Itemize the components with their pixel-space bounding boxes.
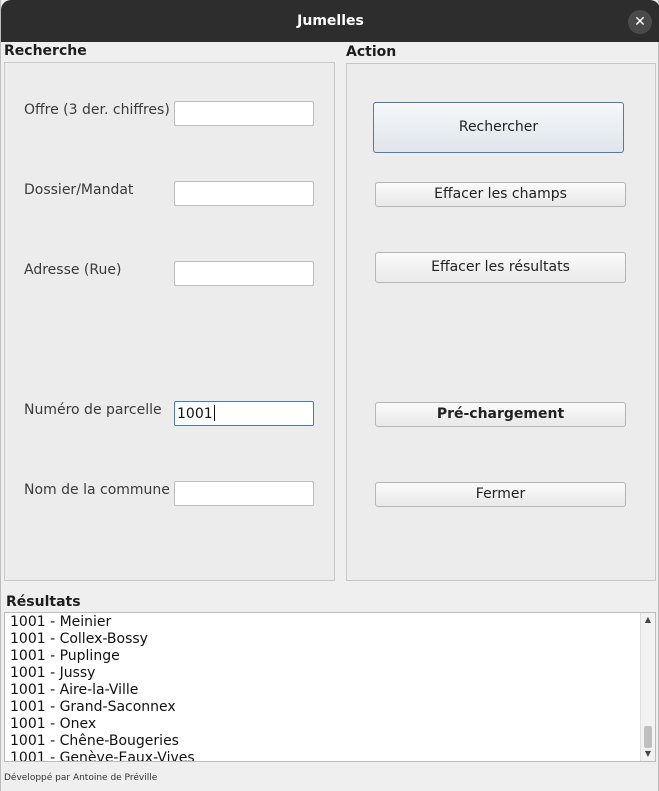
effacer-champs-button[interactable]: Effacer les champs [375,182,626,207]
fermer-button[interactable]: Fermer [375,482,626,507]
rechercher-button[interactable]: Rechercher [373,102,624,153]
list-item[interactable]: 1001 - Collex-Bossy [10,631,148,647]
adresse-label: Adresse (Rue) [24,262,122,278]
commune-label: Nom de la commune [24,482,170,498]
close-icon: ✕ [634,14,646,30]
offre-input[interactable] [174,101,314,126]
parcelle-input[interactable]: 1001 [174,401,314,426]
dossier-mandat-label: Dossier/Mandat [24,182,134,198]
action-section-title: Action [346,44,397,60]
list-item[interactable]: 1001 - Onex [10,716,96,732]
title-bar: Jumelles ✕ [1,0,659,42]
list-item[interactable]: 1001 - Meinier [10,614,111,630]
offre-label: Offre (3 der. chiffres) [24,102,170,118]
list-item[interactable]: 1001 - Grand-Saconnex [10,699,176,715]
list-item[interactable]: 1001 - Jussy [10,665,95,681]
list-item[interactable]: 1001 - Aire-la-Ville [10,682,138,698]
dossier-mandat-input[interactable] [174,181,314,206]
scroll-down-arrow-icon[interactable]: ▼ [641,747,655,761]
prechargement-button[interactable]: Pré-chargement [375,402,626,427]
close-window-button[interactable]: ✕ [628,10,652,34]
scroll-thumb[interactable] [644,726,652,748]
scroll-up-arrow-icon[interactable]: ▲ [641,613,655,627]
parcelle-input-value: 1001 [177,406,213,422]
effacer-resultats-button[interactable]: Effacer les résultats [375,252,626,283]
resultats-section-title: Résultats [6,594,81,610]
parcelle-label: Numéro de parcelle [24,402,162,418]
recherche-section-title: Recherche [4,43,87,59]
results-list[interactable]: 1001 - Meinier 1001 - Collex-Bossy 1001 … [4,612,656,762]
adresse-input[interactable] [174,261,314,286]
app-window: Jumelles ✕ Recherche Offre (3 der. chiff… [0,0,659,791]
list-item[interactable]: 1001 - Chêne-Bougeries [10,733,179,749]
list-item[interactable]: 1001 - Puplinge [10,648,120,664]
developer-credit: Développé par Antoine de Préville [4,773,158,783]
commune-input[interactable] [174,481,314,506]
list-item[interactable]: 1001 - Genève-Eaux-Vives [10,750,195,761]
window-title: Jumelles [297,13,364,29]
text-caret [213,405,215,421]
results-scrollbar[interactable]: ▲ ▼ [640,613,655,761]
